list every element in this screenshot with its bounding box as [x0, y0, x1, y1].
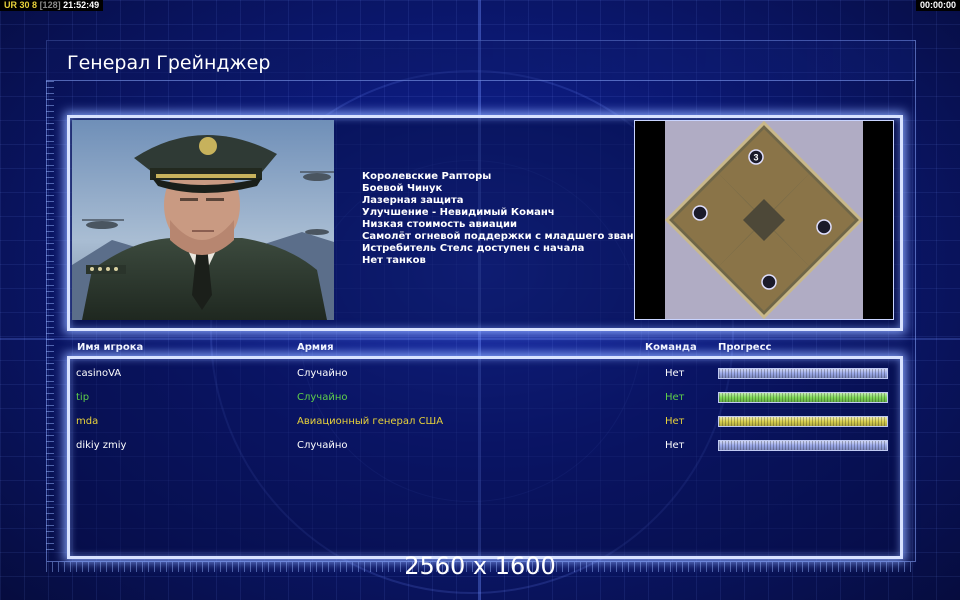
bonus-item: Нет танков: [362, 255, 426, 266]
general-portrait: [72, 120, 334, 320]
column-header-team: Команда: [645, 342, 697, 353]
progress-bar-fill: [719, 369, 887, 378]
progress-bar: [718, 368, 888, 379]
column-header-progress: Прогресс: [718, 342, 772, 353]
player-army: Случайно: [297, 392, 348, 403]
player-team: Нет: [665, 368, 685, 379]
start-position-label: 3: [753, 153, 758, 163]
start-position-marker[interactable]: [816, 219, 832, 235]
resolution-label: 2560 x 1600: [404, 552, 556, 580]
status-bracket: [128]: [39, 0, 61, 10]
status-prefix: UR: [4, 0, 17, 10]
status-numbers: 30 8: [19, 0, 38, 10]
progress-bar: [718, 416, 888, 427]
progress-bar-fill: [719, 393, 887, 402]
bonus-item: Боевой Чинук: [362, 183, 443, 194]
progress-bar-fill: [719, 441, 887, 450]
column-header-name: Имя игрока: [77, 342, 144, 353]
player-name: mda: [76, 416, 99, 427]
table-row[interactable]: dikiy zmiy Случайно Нет: [70, 435, 894, 457]
table-row[interactable]: tip Случайно Нет: [70, 387, 894, 409]
progress-bar: [718, 440, 888, 451]
bonus-item: Лазерная защита: [362, 195, 464, 206]
frame-ticks-left: [46, 80, 54, 550]
status-clock: 21:52:49: [63, 0, 100, 10]
player-army: Случайно: [297, 368, 348, 379]
player-name: tip: [76, 392, 90, 403]
column-header-army: Армия: [297, 342, 334, 353]
table-row[interactable]: mda Авиационный генерал США Нет: [70, 411, 894, 433]
player-name: dikiy zmiy: [76, 440, 127, 451]
player-army: Случайно: [297, 440, 348, 451]
player-team: Нет: [665, 440, 685, 451]
start-position-marker[interactable]: 3: [748, 149, 764, 165]
progress-bar-fill: [719, 417, 887, 426]
status-timer: 00:00:00: [915, 0, 960, 11]
bonus-item: Низкая стоимость авиации: [362, 219, 518, 230]
start-position-marker[interactable]: [692, 205, 708, 221]
status-bar-left: UR 30 8 [128] 21:52:49: [0, 0, 104, 11]
progress-bar: [718, 392, 888, 403]
player-name: casinoVA: [76, 368, 122, 379]
general-bonus-list: Королевские Рапторы Боевой Чинук Лазерна…: [362, 171, 647, 267]
map-preview[interactable]: 3: [634, 120, 894, 320]
player-team: Нет: [665, 392, 685, 403]
page-title: Генерал Грейнджер: [67, 52, 271, 74]
player-army: Авиационный генерал США: [297, 416, 444, 427]
player-team: Нет: [665, 416, 685, 427]
bonus-item: Улучшение - Невидимый Команч: [362, 207, 555, 218]
start-position-marker[interactable]: [761, 274, 777, 290]
bonus-item: Истребитель Стелс доступен с начала: [362, 243, 585, 254]
bonus-item: Самолёт огневой поддержки с младшего зва…: [362, 231, 648, 242]
table-row[interactable]: casinoVA Случайно Нет: [70, 363, 894, 385]
bonus-item: Королевские Рапторы: [362, 171, 492, 182]
